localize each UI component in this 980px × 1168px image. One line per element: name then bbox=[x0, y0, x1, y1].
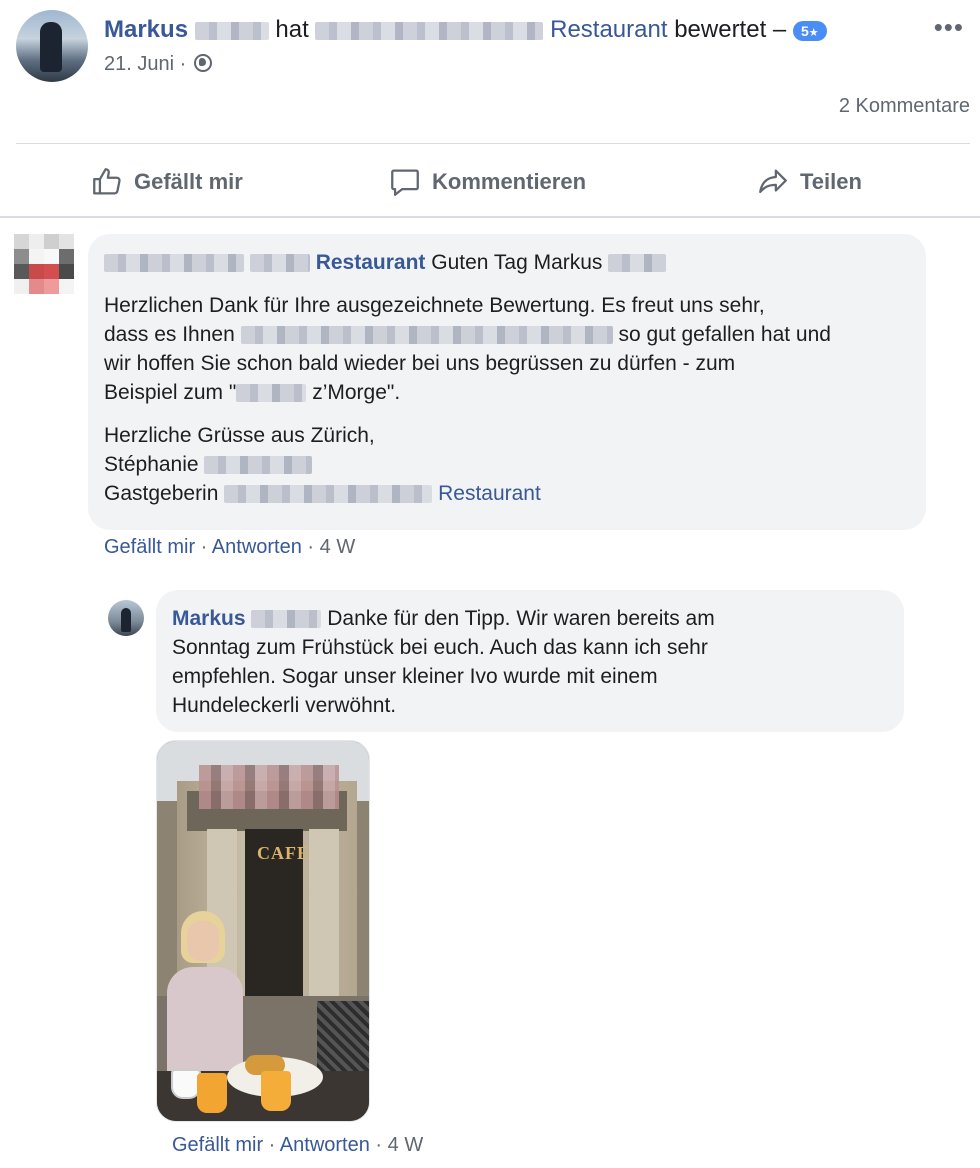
rating-value: 5 bbox=[800, 22, 809, 39]
separator: · bbox=[195, 536, 212, 558]
comment-bubble-page: Restaurant Guten Tag Markus Herzlichen D… bbox=[88, 234, 926, 530]
comment-timestamp[interactable]: · 4 W bbox=[302, 536, 355, 558]
comment-greeting: Guten Tag Markus bbox=[431, 251, 603, 274]
comment-text-line: Herzliche Grüsse aus Zürich, bbox=[104, 424, 375, 447]
comment-count-link[interactable]: 2 Kommentare bbox=[839, 95, 970, 118]
reply-author-avatar[interactable] bbox=[108, 600, 144, 636]
comment-icon bbox=[391, 169, 419, 196]
post-timestamp[interactable]: 21. Juni · bbox=[104, 53, 212, 76]
post-actions-bar: Gefällt mir Kommentieren Teilen bbox=[16, 160, 970, 204]
redacted-sign bbox=[199, 765, 339, 809]
comment-text-line: Gastgeberin Restaurant bbox=[104, 479, 910, 508]
redacted-page-name bbox=[249, 254, 310, 273]
comment-text-line: Markus Danke für den Tipp. Wir waren ber… bbox=[172, 604, 888, 633]
share-icon bbox=[759, 169, 787, 194]
thumbs-up-icon bbox=[93, 168, 121, 195]
comment-meta: Gefällt mir · Antworten · 4 W bbox=[172, 1134, 423, 1157]
divider bbox=[16, 143, 970, 144]
post-date-text: 21. Juni · bbox=[104, 53, 187, 75]
rating-badge[interactable]: 5★ bbox=[792, 20, 827, 41]
share-label: Teilen bbox=[800, 169, 862, 194]
divider bbox=[0, 216, 980, 218]
text-fragment: dass es Ihnen bbox=[104, 323, 235, 346]
comment-bubble-reply: Markus Danke für den Tipp. Wir waren ber… bbox=[156, 590, 904, 732]
comment-meta: Gefällt mir · Antworten · 4 W bbox=[104, 536, 355, 559]
comment-like-link[interactable]: Gefällt mir bbox=[104, 536, 195, 558]
redacted-page-name bbox=[315, 21, 544, 40]
comment-text-line: Beispiel zum " z’Morge". bbox=[104, 378, 910, 407]
comment-text-line: Sonntag zum Frühstück bei euch. Auch das… bbox=[172, 636, 708, 659]
author-name-link[interactable]: Markus bbox=[104, 16, 188, 43]
page-name-link[interactable]: Restaurant bbox=[316, 251, 426, 274]
redacted-surname bbox=[251, 610, 322, 629]
text-fragment: Gastgeberin bbox=[104, 482, 219, 505]
globe-icon bbox=[193, 54, 212, 72]
redacted-surname bbox=[608, 254, 667, 273]
comment-label: Kommentieren bbox=[432, 169, 587, 194]
redacted-page-name bbox=[104, 254, 244, 273]
headline-action: bewertet – bbox=[674, 16, 787, 43]
comment-reply-link[interactable]: Antworten bbox=[212, 536, 302, 558]
comment-like-link[interactable]: Gefällt mir bbox=[172, 1134, 263, 1156]
text-fragment: so gut gefallen hat und bbox=[618, 323, 831, 346]
cafe-sign-text: CAFE bbox=[257, 843, 310, 863]
text-fragment: Beispiel zum " bbox=[104, 381, 237, 404]
redacted-surname bbox=[204, 456, 313, 475]
comment-paragraph: Herzlichen Dank für Ihre ausgezeichnete … bbox=[104, 291, 910, 407]
comment-photo[interactable]: CAFE bbox=[156, 740, 370, 1122]
comment-signature: Herzliche Grüsse aus Zürich, Stéphanie G… bbox=[104, 421, 910, 508]
text-fragment: Danke für den Tipp. Wir waren bereits am bbox=[327, 607, 715, 630]
text-fragment: z’Morge". bbox=[312, 381, 401, 404]
separator: · bbox=[263, 1134, 280, 1156]
comment-text-line: dass es Ihnen so gut gefallen hat und bbox=[104, 320, 910, 349]
star-icon: ★ bbox=[808, 26, 819, 39]
redacted-text bbox=[240, 326, 613, 345]
comment-text-line: Stéphanie bbox=[104, 450, 910, 479]
text-fragment: Stéphanie bbox=[104, 453, 199, 476]
comment-text-line: Herzlichen Dank für Ihre ausgezeichnete … bbox=[104, 294, 765, 317]
comment-header-line: Restaurant Guten Tag Markus bbox=[104, 248, 910, 277]
post-header: Markus hat Restaurant bewertet – 5★ 21. … bbox=[16, 10, 966, 90]
comment-text-line: wir hoffen Sie schon bald wieder bei uns… bbox=[104, 352, 736, 375]
headline-verb: hat bbox=[275, 16, 309, 43]
redacted-text bbox=[236, 384, 307, 403]
redacted-surname bbox=[194, 21, 269, 40]
like-label: Gefällt mir bbox=[134, 169, 243, 194]
like-button[interactable]: Gefällt mir bbox=[90, 160, 243, 204]
comment-button[interactable]: Kommentieren bbox=[388, 160, 586, 204]
comment-text-line: Hundeleckerli verwöhnt. bbox=[172, 694, 397, 717]
redacted-page-name bbox=[224, 485, 433, 504]
more-icon[interactable]: ••• bbox=[934, 12, 964, 43]
comment-timestamp[interactable]: · 4 W bbox=[370, 1134, 423, 1156]
page-name-link[interactable]: Restaurant bbox=[550, 16, 667, 43]
share-button[interactable]: Teilen bbox=[756, 160, 862, 204]
page-avatar[interactable] bbox=[14, 234, 74, 294]
comment-text-line: empfehlen. Sogar unser kleiner Ivo wurde… bbox=[172, 665, 658, 688]
comment-reply-link[interactable]: Antworten bbox=[280, 1134, 370, 1156]
post-headline: Markus hat Restaurant bewertet – 5★ bbox=[104, 16, 827, 44]
author-avatar[interactable] bbox=[16, 10, 88, 82]
reply-author-link[interactable]: Markus bbox=[172, 607, 246, 630]
page-name-link[interactable]: Restaurant bbox=[438, 482, 541, 505]
